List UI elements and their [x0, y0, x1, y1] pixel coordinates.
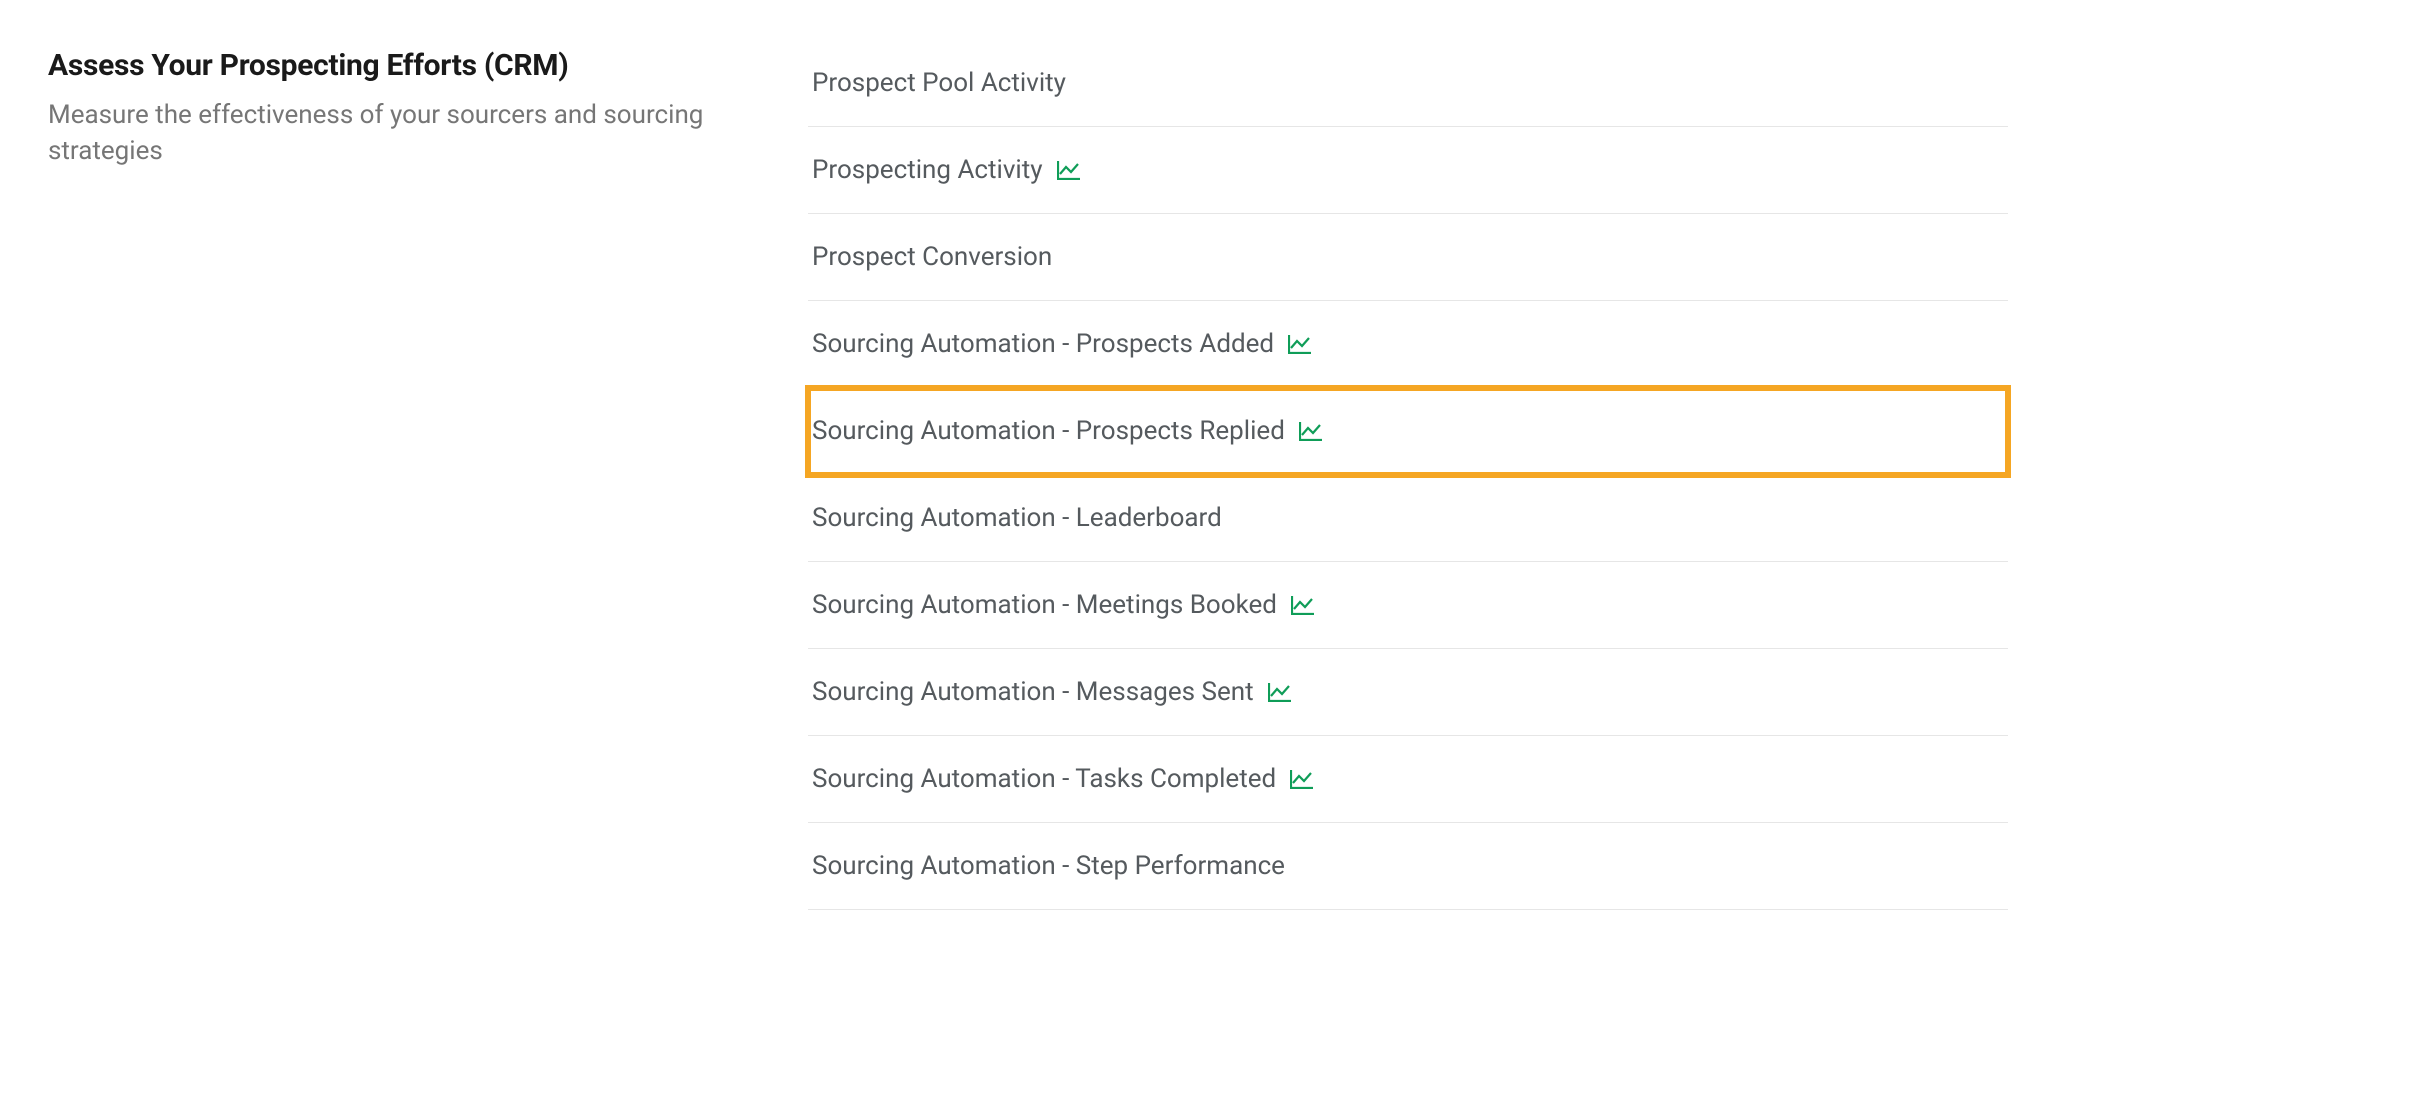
- report-label: Sourcing Automation - Messages Sent: [812, 677, 1254, 707]
- report-list-panel: Prospect Pool Activity Prospecting Activi…: [808, 40, 2008, 910]
- report-item[interactable]: Prospect Conversion: [808, 214, 2008, 301]
- chart-icon: [1057, 160, 1081, 180]
- section-subtitle: Measure the effectiveness of your source…: [48, 97, 748, 170]
- report-list: Prospect Pool Activity Prospecting Activi…: [808, 40, 2008, 910]
- chart-icon: [1299, 421, 1323, 441]
- report-label: Sourcing Automation - Leaderboard: [812, 503, 1222, 533]
- report-item[interactable]: Sourcing Automation - Messages Sent: [808, 649, 2008, 736]
- report-item[interactable]: Sourcing Automation - Tasks Completed: [808, 736, 2008, 823]
- report-item[interactable]: Sourcing Automation - Step Performance: [808, 823, 2008, 910]
- report-label: Sourcing Automation - Tasks Completed: [812, 764, 1276, 794]
- chart-icon: [1288, 334, 1312, 354]
- report-label: Sourcing Automation - Meetings Booked: [812, 590, 1277, 620]
- report-item[interactable]: Sourcing Automation - Prospects Replied: [808, 388, 2008, 475]
- report-label: Prospecting Activity: [812, 155, 1043, 185]
- report-label: Sourcing Automation - Prospects Replied: [812, 416, 1285, 446]
- section-title: Assess Your Prospecting Efforts (CRM): [48, 48, 748, 83]
- report-item[interactable]: Sourcing Automation - Leaderboard: [808, 475, 2008, 562]
- report-item[interactable]: Sourcing Automation - Prospects Added: [808, 301, 2008, 388]
- report-label: Prospect Conversion: [812, 242, 1052, 272]
- report-label: Sourcing Automation - Step Performance: [812, 851, 1285, 881]
- report-item[interactable]: Sourcing Automation - Meetings Booked: [808, 562, 2008, 649]
- section-header: Assess Your Prospecting Efforts (CRM) Me…: [48, 40, 748, 910]
- chart-icon: [1290, 769, 1314, 789]
- report-label: Prospect Pool Activity: [812, 68, 1066, 98]
- report-item[interactable]: Prospecting Activity: [808, 127, 2008, 214]
- chart-icon: [1291, 595, 1315, 615]
- chart-icon: [1268, 682, 1292, 702]
- report-label: Sourcing Automation - Prospects Added: [812, 329, 1274, 359]
- report-item[interactable]: Prospect Pool Activity: [808, 40, 2008, 127]
